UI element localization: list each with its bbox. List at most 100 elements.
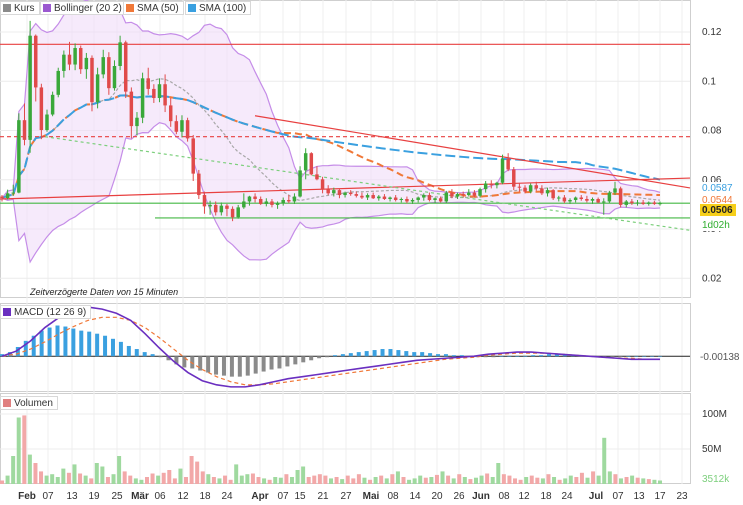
- macd-value-tag: -0.00138: [700, 352, 740, 363]
- volume-bar: [485, 473, 490, 484]
- volume-bar: [351, 478, 356, 484]
- legend-macd[interactable]: MACD (12 26 9): [0, 305, 92, 319]
- candle-body: [596, 198, 600, 203]
- volume-bar: [563, 478, 568, 484]
- legend-kurs[interactable]: Kurs: [0, 1, 40, 15]
- volume-bar: [334, 477, 339, 484]
- candle-body: [624, 201, 628, 205]
- volume-bar: [55, 477, 60, 484]
- x-tick-label: 15: [294, 491, 306, 502]
- macd-histogram-bar: [507, 356, 512, 357]
- chart-root: Feb 07 13 19 25 Mär 06 12 18 24 Apr 07 15 21 27 Mai 08 14…: [0, 0, 743, 505]
- volume-bar: [529, 475, 534, 484]
- macd-histogram-bar: [388, 349, 393, 357]
- macd-histogram-bar: [325, 356, 330, 358]
- candle-body: [174, 121, 179, 132]
- volume-bar: [122, 471, 127, 484]
- macd-histogram-bar: [63, 326, 68, 357]
- candle-body: [315, 174, 319, 180]
- candle-body: [444, 192, 449, 202]
- candle-body: [95, 74, 100, 103]
- candle-body: [427, 195, 432, 200]
- volume-bar: [262, 478, 267, 484]
- macd-histogram-bar: [412, 352, 417, 357]
- volume-bar: [624, 477, 629, 484]
- candle-body: [90, 57, 94, 103]
- macd-histogram-bar: [523, 356, 528, 357]
- candle-body: [287, 199, 291, 202]
- macd-histogram-bar: [126, 345, 131, 357]
- legend-swatch: [126, 4, 134, 12]
- volume-bar: [412, 478, 417, 484]
- volume-bar: [473, 477, 478, 484]
- candle-body: [517, 186, 522, 188]
- volume-bar: [150, 473, 155, 484]
- candle-body: [641, 202, 645, 204]
- legend-bollinger[interactable]: Bollinger (20 2): [40, 1, 127, 15]
- y-tick-label: 0.02: [702, 273, 722, 284]
- volume-bar: [507, 475, 512, 484]
- volume-bar: [501, 474, 506, 484]
- candle-body: [140, 78, 145, 118]
- volume-bar: [323, 475, 328, 484]
- legend-swatch: [3, 399, 11, 407]
- legend-label: MACD (12 26 9): [14, 306, 87, 318]
- candle-body: [309, 153, 314, 175]
- macd-histogram-bar: [356, 352, 361, 357]
- macd-histogram-bar: [443, 354, 448, 357]
- candle-body: [399, 198, 404, 200]
- macd-histogram-bar: [79, 330, 84, 357]
- bollinger-band-fill: [2, 0, 660, 263]
- x-tick-label: 25: [111, 491, 123, 502]
- x-tick-label: 26: [453, 491, 465, 502]
- volume-bar: [646, 479, 651, 484]
- macd-histogram-bar: [332, 355, 337, 357]
- macd-histogram-bar: [269, 356, 274, 370]
- candle-body: [39, 87, 44, 131]
- volume-bar: [172, 478, 177, 484]
- macd-histogram-bar: [253, 356, 258, 374]
- volume-bar: [22, 415, 27, 484]
- macd-histogram-bar: [547, 354, 552, 357]
- macd-histogram-bar: [118, 341, 123, 357]
- volume-bar: [340, 479, 345, 484]
- volume-bar: [540, 478, 545, 484]
- candle-body: [73, 48, 77, 65]
- candle-body: [337, 190, 342, 196]
- candle-body: [101, 57, 105, 75]
- macd-histogram-bar: [348, 353, 353, 357]
- x-tick-label: 18: [540, 491, 552, 502]
- macd-histogram-bar: [539, 355, 544, 357]
- y-tick-label: 0.1: [702, 76, 716, 87]
- legend-volume[interactable]: Volumen: [0, 396, 58, 410]
- legend-sma50[interactable]: SMA (50): [123, 1, 184, 15]
- volume-bar: [591, 471, 596, 484]
- volume-bar: [5, 475, 10, 484]
- volume-bar: [395, 471, 400, 484]
- volume-bar: [362, 477, 367, 484]
- candle-body: [292, 196, 297, 202]
- volume-bar: [295, 470, 300, 484]
- volume-bar: [161, 472, 166, 484]
- candle-body: [56, 70, 60, 95]
- volume-bar: [585, 477, 590, 484]
- candle-body: [180, 120, 184, 132]
- candle-body: [489, 183, 494, 186]
- macd-histogram-bar: [396, 350, 401, 357]
- candle-body: [185, 120, 190, 139]
- candle-body: [534, 185, 539, 189]
- macd-histogram-bar: [134, 349, 139, 357]
- candle-body: [630, 201, 634, 204]
- candle-body: [298, 170, 302, 197]
- macd-histogram-bar: [380, 349, 385, 357]
- candle-body: [382, 196, 387, 199]
- macd-histogram-bar: [55, 325, 60, 357]
- candle-body: [219, 205, 224, 213]
- legend-sma100[interactable]: SMA (100): [185, 1, 252, 15]
- macd-histogram-bar: [309, 356, 314, 361]
- x-tick-label: Mär: [131, 491, 149, 502]
- volume-bar: [278, 477, 283, 484]
- macd-histogram-bar: [428, 353, 433, 357]
- volume-bar: [462, 477, 467, 484]
- macd-histogram-bar: [650, 356, 655, 357]
